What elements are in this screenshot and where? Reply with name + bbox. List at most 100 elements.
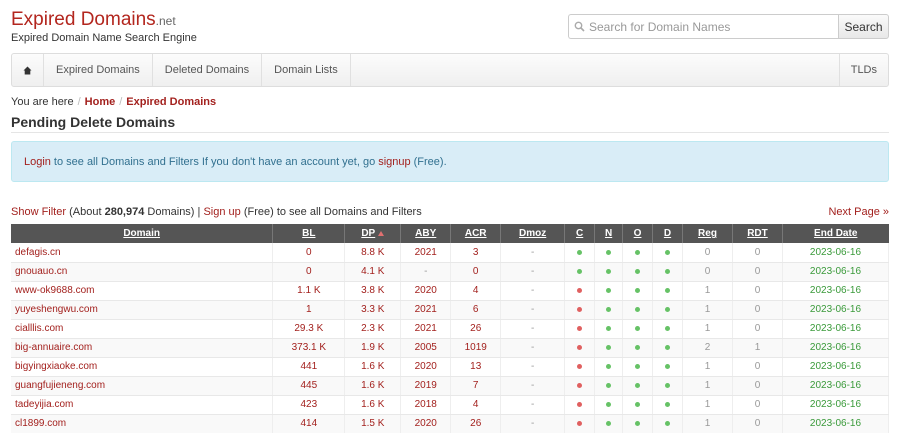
cell-rdt[interactable]: 0 (732, 376, 783, 396)
col-domain[interactable]: Domain (11, 224, 274, 243)
cell-status-n[interactable] (594, 281, 624, 301)
col-d[interactable]: D (652, 224, 684, 243)
cell-status-d[interactable] (652, 262, 684, 282)
domain-link[interactable]: bigyingxiaoke.com (11, 357, 274, 377)
search-input[interactable]: Search for Domain Names (568, 14, 838, 39)
domain-link[interactable]: gnouauo.cn (11, 262, 274, 282)
cell-status-c[interactable] (564, 319, 596, 339)
site-logo[interactable]: Expired Domains.net Expired Domain Name … (11, 10, 197, 45)
domain-link[interactable]: guangfujieneng.com (11, 376, 274, 396)
cell-rdt[interactable]: 0 (732, 243, 783, 263)
nav-tlds[interactable]: TLDs (838, 54, 888, 86)
cell-acr[interactable]: 1019 (450, 338, 502, 358)
signup-link[interactable]: signup (378, 156, 410, 168)
cell-reg[interactable]: 1 (682, 281, 733, 301)
cell-reg[interactable]: 0 (682, 262, 733, 282)
cell-aby[interactable]: 2005 (400, 338, 452, 358)
cell-status-n[interactable] (594, 338, 624, 358)
cell-rdt[interactable]: 0 (732, 300, 783, 320)
cell-dp[interactable]: 3.8 K (344, 281, 402, 301)
cell-status-n[interactable] (594, 376, 624, 396)
cell-dp[interactable]: 4.1 K (344, 262, 402, 282)
cell-aby[interactable]: 2021 (400, 319, 452, 339)
domain-link[interactable]: cl1899.com (11, 414, 274, 433)
cell-status-c[interactable] (564, 376, 596, 396)
cell-rdt[interactable]: 0 (732, 262, 783, 282)
cell-acr[interactable]: 3 (450, 243, 502, 263)
cell-reg[interactable]: 2 (682, 338, 733, 358)
cell-reg[interactable]: 1 (682, 319, 733, 339)
cell-rdt[interactable]: 0 (732, 414, 783, 433)
cell-dp[interactable]: 1.6 K (344, 395, 402, 415)
cell-acr[interactable]: 26 (450, 414, 502, 433)
domain-link[interactable]: cialllis.com (11, 319, 274, 339)
cell-reg[interactable]: 1 (682, 414, 733, 433)
breadcrumb-current-link[interactable]: Expired Domains (126, 96, 216, 108)
col-rdt[interactable]: RDT (732, 224, 783, 243)
col-aby[interactable]: ABY (400, 224, 452, 243)
col-dp[interactable]: DP (344, 224, 402, 243)
cell-status-n[interactable] (594, 319, 624, 339)
domain-link[interactable]: www-ok9688.com (11, 281, 274, 301)
cell-status-c[interactable] (564, 262, 596, 282)
cell-status-n[interactable] (594, 414, 624, 433)
cell-status-o[interactable] (622, 243, 654, 263)
cell-status-o[interactable] (622, 357, 654, 377)
domain-link[interactable]: yuyeshengwu.com (11, 300, 274, 320)
next-page-link[interactable]: Next Page » (828, 206, 889, 218)
cell-aby[interactable]: 2021 (400, 243, 452, 263)
cell-acr[interactable]: 0 (450, 262, 502, 282)
cell-acr[interactable]: 4 (450, 395, 502, 415)
col-bl[interactable]: BL (272, 224, 346, 243)
cell-dp[interactable]: 1.9 K (344, 338, 402, 358)
cell-bl[interactable]: 441 (272, 357, 346, 377)
cell-status-o[interactable] (622, 376, 654, 396)
cell-bl[interactable]: 0 (272, 262, 346, 282)
domain-link[interactable]: defagis.cn (11, 243, 274, 263)
cell-reg[interactable]: 0 (682, 243, 733, 263)
cell-status-c[interactable] (564, 281, 596, 301)
cell-status-n[interactable] (594, 243, 624, 263)
col-dmoz[interactable]: Dmoz (500, 224, 566, 243)
breadcrumb-home-link[interactable]: Home (85, 96, 116, 108)
cell-status-o[interactable] (622, 300, 654, 320)
cell-bl[interactable]: 373.1 K (272, 338, 346, 358)
cell-status-d[interactable] (652, 395, 684, 415)
cell-status-d[interactable] (652, 243, 684, 263)
cell-status-d[interactable] (652, 338, 684, 358)
cell-status-n[interactable] (594, 300, 624, 320)
cell-aby[interactable]: - (400, 262, 452, 282)
cell-aby[interactable]: 2020 (400, 281, 452, 301)
cell-dp[interactable]: 3.3 K (344, 300, 402, 320)
cell-status-d[interactable] (652, 414, 684, 433)
cell-status-c[interactable] (564, 414, 596, 433)
cell-aby[interactable]: 2020 (400, 414, 452, 433)
cell-dp[interactable]: 1.6 K (344, 357, 402, 377)
col-c[interactable]: C (564, 224, 596, 243)
cell-reg[interactable]: 1 (682, 300, 733, 320)
col-n[interactable]: N (594, 224, 624, 243)
cell-status-o[interactable] (622, 319, 654, 339)
cell-status-o[interactable] (622, 395, 654, 415)
cell-acr[interactable]: 4 (450, 281, 502, 301)
signup-filter-link[interactable]: Sign up (203, 206, 240, 218)
col-o[interactable]: O (622, 224, 654, 243)
cell-status-d[interactable] (652, 281, 684, 301)
nav-expired-domains[interactable]: Expired Domains (44, 54, 153, 86)
cell-bl[interactable]: 445 (272, 376, 346, 396)
cell-status-d[interactable] (652, 319, 684, 339)
cell-status-n[interactable] (594, 262, 624, 282)
cell-status-d[interactable] (652, 357, 684, 377)
cell-acr[interactable]: 13 (450, 357, 502, 377)
show-filter-link[interactable]: Show Filter (11, 206, 66, 218)
cell-status-n[interactable] (594, 357, 624, 377)
cell-status-o[interactable] (622, 281, 654, 301)
cell-acr[interactable]: 26 (450, 319, 502, 339)
cell-dp[interactable]: 1.6 K (344, 376, 402, 396)
cell-status-d[interactable] (652, 376, 684, 396)
cell-status-o[interactable] (622, 414, 654, 433)
cell-rdt[interactable]: 0 (732, 319, 783, 339)
cell-bl[interactable]: 414 (272, 414, 346, 433)
cell-dp[interactable]: 2.3 K (344, 319, 402, 339)
nav-home[interactable] (12, 54, 44, 86)
